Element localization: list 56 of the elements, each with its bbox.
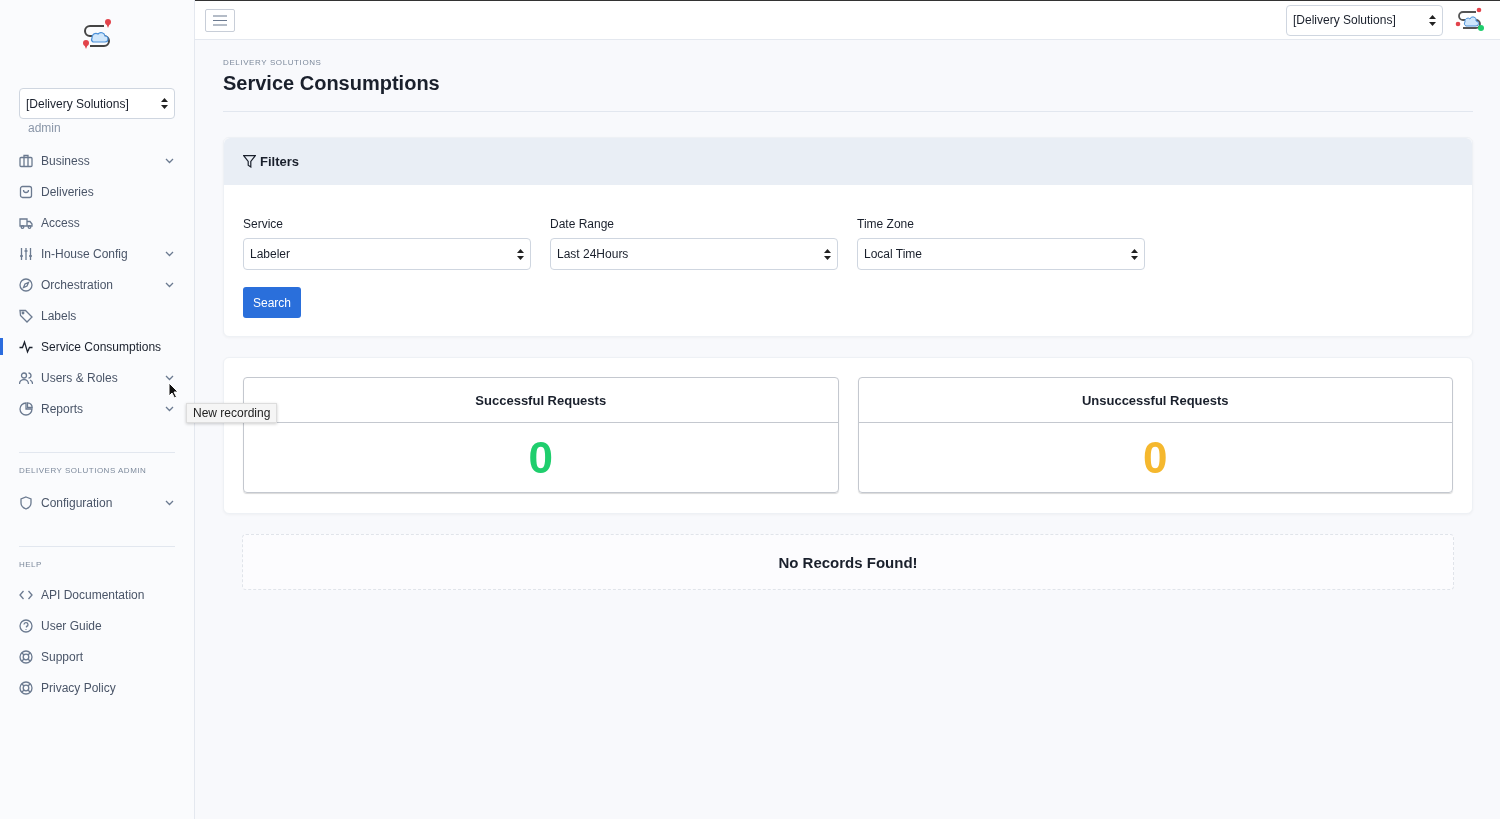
page-title: Service Consumptions bbox=[223, 72, 441, 95]
search-button[interactable]: Search bbox=[243, 287, 302, 318]
up-down-arrows-icon bbox=[161, 98, 168, 109]
empty-message: No Records Found! bbox=[778, 553, 918, 571]
pie-icon bbox=[19, 401, 33, 416]
up-down-arrows-icon bbox=[517, 248, 524, 260]
filter-icon bbox=[243, 155, 256, 168]
stat-title: Unsuccessful Requests bbox=[858, 378, 1452, 423]
section-heading: HELP bbox=[19, 559, 43, 571]
truck-icon bbox=[19, 215, 33, 230]
nav-item[interactable]: In-House Config bbox=[0, 238, 194, 269]
section-heading: DELIVERY SOLUTIONS ADMIN bbox=[19, 465, 148, 477]
briefcase-icon bbox=[19, 153, 33, 168]
filter-select[interactable]: Labeler bbox=[243, 238, 531, 270]
mouse-pointer-icon bbox=[168, 382, 179, 399]
route-logo-icon bbox=[1454, 7, 1486, 33]
nav-item[interactable]: Orchestration bbox=[0, 269, 194, 300]
lifebuoy-icon bbox=[19, 680, 33, 695]
sliders-icon bbox=[19, 246, 33, 261]
nav-item[interactable]: Privacy Policy bbox=[19, 672, 175, 703]
field-label: Time Zone bbox=[857, 217, 915, 231]
filter-select[interactable]: Local Time bbox=[857, 238, 1145, 270]
account-select[interactable]: [Delivery Solutions] bbox=[1286, 4, 1443, 36]
bag-icon bbox=[19, 184, 33, 199]
lifebuoy-icon bbox=[19, 649, 33, 664]
compass-icon bbox=[19, 277, 33, 292]
filters-title: Filters bbox=[260, 154, 299, 169]
tooltip: New recording bbox=[186, 403, 278, 423]
field-label: Service bbox=[243, 217, 284, 231]
account-select[interactable]: [Delivery Solutions] bbox=[19, 88, 175, 119]
menu-icon bbox=[213, 14, 227, 26]
nav-item[interactable]: Configuration bbox=[19, 487, 175, 518]
pulse-icon bbox=[19, 339, 33, 354]
stat-value: 0 bbox=[528, 435, 553, 480]
stat-value: 0 bbox=[1143, 435, 1168, 480]
up-down-arrows-icon bbox=[1429, 14, 1436, 26]
shield-icon bbox=[19, 495, 33, 510]
question-icon bbox=[19, 618, 33, 633]
tag-icon bbox=[19, 308, 33, 323]
nav-item[interactable]: Labels bbox=[0, 300, 194, 331]
users-icon bbox=[19, 370, 33, 385]
nav-item[interactable]: Business bbox=[0, 145, 194, 176]
nav-item[interactable]: Access bbox=[0, 207, 194, 238]
nav-item[interactable]: User Guide bbox=[19, 610, 175, 641]
nav-item[interactable]: API Documentation bbox=[19, 579, 175, 610]
field-label: Date Range bbox=[550, 217, 616, 231]
up-down-arrows-icon bbox=[1131, 248, 1138, 260]
up-down-arrows-icon bbox=[824, 248, 831, 260]
filter-select[interactable]: Last 24Hours bbox=[550, 238, 838, 270]
menu-button[interactable] bbox=[205, 8, 235, 32]
breadcrumb: DELIVERY SOLUTIONS bbox=[223, 58, 323, 67]
nav-item[interactable]: Users & Roles bbox=[0, 362, 194, 393]
nav-item[interactable]: Service Consumptions bbox=[0, 331, 194, 362]
nav-item[interactable]: Deliveries bbox=[0, 176, 194, 207]
role-label: admin bbox=[28, 121, 62, 135]
nav-item[interactable]: Support bbox=[19, 641, 175, 672]
